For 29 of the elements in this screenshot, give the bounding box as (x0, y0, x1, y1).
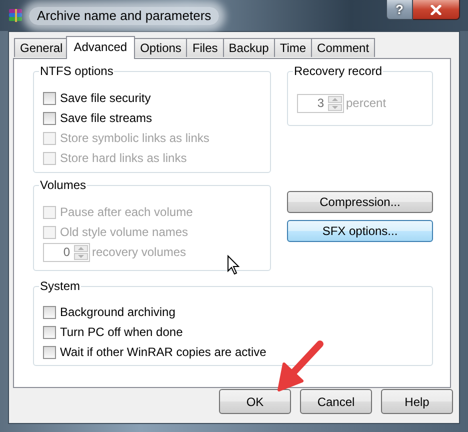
mouse-pointer-icon (228, 254, 240, 275)
unit-label: recovery volumes (92, 245, 186, 259)
checkbox[interactable]: Save file security (43, 88, 151, 108)
close-button[interactable] (413, 0, 460, 20)
tab[interactable]: General (14, 38, 69, 57)
group-title: System (39, 279, 82, 293)
dialog-button[interactable]: Cancel (300, 389, 372, 414)
checkbox[interactable]: Save file streams (43, 108, 152, 128)
tab[interactable]: Comment (311, 38, 376, 57)
unit-label: percent (346, 96, 386, 110)
tab[interactable]: Options (134, 38, 188, 57)
checkbox[interactable]: Wait if other WinRAR copies are active (43, 342, 266, 362)
tab[interactable]: Advanced (66, 36, 136, 59)
side-button[interactable]: SFX options... (287, 220, 433, 242)
group-title: Volumes (39, 178, 88, 192)
checkbox[interactable]: Turn PC off when done (43, 322, 183, 342)
checkbox[interactable]: Background archiving (43, 302, 176, 322)
group-title: Recovery record (293, 64, 384, 78)
dialog-button[interactable]: Help (381, 389, 453, 414)
window-title: Archive name and parameters (29, 7, 220, 25)
tab[interactable]: Time (274, 38, 312, 57)
dialog-button[interactable]: OK (219, 389, 291, 414)
side-button[interactable]: Compression... (287, 191, 433, 213)
group-title: NTFS options (39, 64, 114, 78)
close-icon (430, 4, 442, 14)
books-icon (8, 8, 24, 24)
arrow (278, 340, 324, 392)
tab[interactable]: Backup (222, 38, 275, 57)
tab[interactable]: Files (186, 38, 224, 57)
